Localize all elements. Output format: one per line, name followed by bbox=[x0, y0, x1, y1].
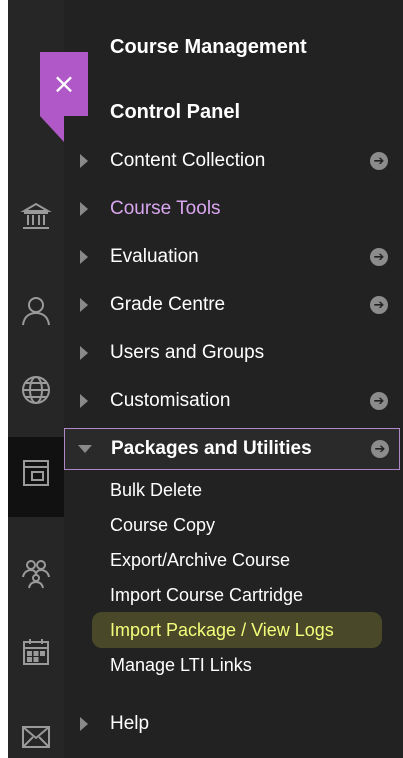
expand-triangle-icon bbox=[80, 250, 88, 264]
menu-item-grade-centre[interactable]: Grade Centre ➔ bbox=[64, 285, 394, 325]
expand-triangle-icon bbox=[80, 154, 88, 168]
menu-item-label: Help bbox=[110, 713, 150, 734]
menu-item-label: Packages and Utilities bbox=[111, 438, 312, 459]
menu-item-users-and-groups[interactable]: Users and Groups bbox=[64, 333, 394, 373]
globe-icon[interactable] bbox=[16, 370, 56, 410]
close-icon: × bbox=[52, 67, 76, 100]
app-root: × Course Management Control Panel Conten… bbox=[0, 0, 403, 758]
menu-item-label: Grade Centre bbox=[110, 294, 226, 315]
menu-item-label: Course Tools bbox=[110, 198, 221, 219]
close-menu-button[interactable]: × bbox=[40, 52, 88, 142]
submenu-import-course-cartridge[interactable]: Import Course Cartridge bbox=[110, 585, 303, 606]
expand-triangle-icon bbox=[80, 346, 88, 360]
submenu-export-archive-course[interactable]: Export/Archive Course bbox=[110, 550, 290, 571]
mail-icon[interactable] bbox=[16, 716, 56, 756]
go-arrow-icon[interactable]: ➔ bbox=[370, 152, 388, 170]
menu-item-customisation[interactable]: Customisation ➔ bbox=[64, 381, 394, 421]
expand-triangle-icon bbox=[80, 717, 88, 731]
menu-item-packages-and-utilities[interactable]: Packages and Utilities ➔ bbox=[64, 428, 400, 470]
user-icon[interactable] bbox=[16, 290, 56, 330]
menu-item-course-tools[interactable]: Course Tools bbox=[64, 189, 394, 229]
expand-triangle-icon bbox=[80, 394, 88, 408]
go-arrow-icon[interactable]: ➔ bbox=[370, 248, 388, 266]
collapse-triangle-icon bbox=[78, 445, 92, 453]
control-panel-heading: Control Panel bbox=[110, 101, 241, 123]
menu-item-help[interactable]: Help bbox=[64, 704, 394, 744]
expand-triangle-icon bbox=[80, 298, 88, 312]
close-tag-flap bbox=[40, 116, 64, 142]
menu-item-label: Content Collection bbox=[110, 150, 266, 171]
menu-item-label: Users and Groups bbox=[110, 342, 265, 363]
panel-title: Course Management bbox=[110, 36, 307, 58]
menu-item-label: Evaluation bbox=[110, 246, 199, 267]
expand-triangle-icon bbox=[80, 202, 88, 216]
course-icon[interactable] bbox=[16, 453, 56, 493]
go-arrow-icon[interactable]: ➔ bbox=[370, 392, 388, 410]
institution-icon[interactable] bbox=[16, 196, 56, 236]
submenu-bulk-delete[interactable]: Bulk Delete bbox=[110, 480, 202, 501]
submenu-import-package-view-logs[interactable]: Import Package / View Logs bbox=[110, 620, 334, 641]
menu-item-content-collection[interactable]: Content Collection ➔ bbox=[64, 141, 394, 181]
menu-item-evaluation[interactable]: Evaluation ➔ bbox=[64, 237, 394, 277]
go-arrow-icon[interactable]: ➔ bbox=[371, 440, 389, 458]
go-arrow-icon[interactable]: ➔ bbox=[370, 296, 388, 314]
submenu-manage-lti-links[interactable]: Manage LTI Links bbox=[110, 655, 252, 676]
menu-item-label: Customisation bbox=[110, 390, 231, 411]
groups-icon[interactable] bbox=[16, 553, 56, 593]
submenu-course-copy[interactable]: Course Copy bbox=[110, 515, 215, 536]
calendar-icon[interactable] bbox=[16, 632, 56, 672]
